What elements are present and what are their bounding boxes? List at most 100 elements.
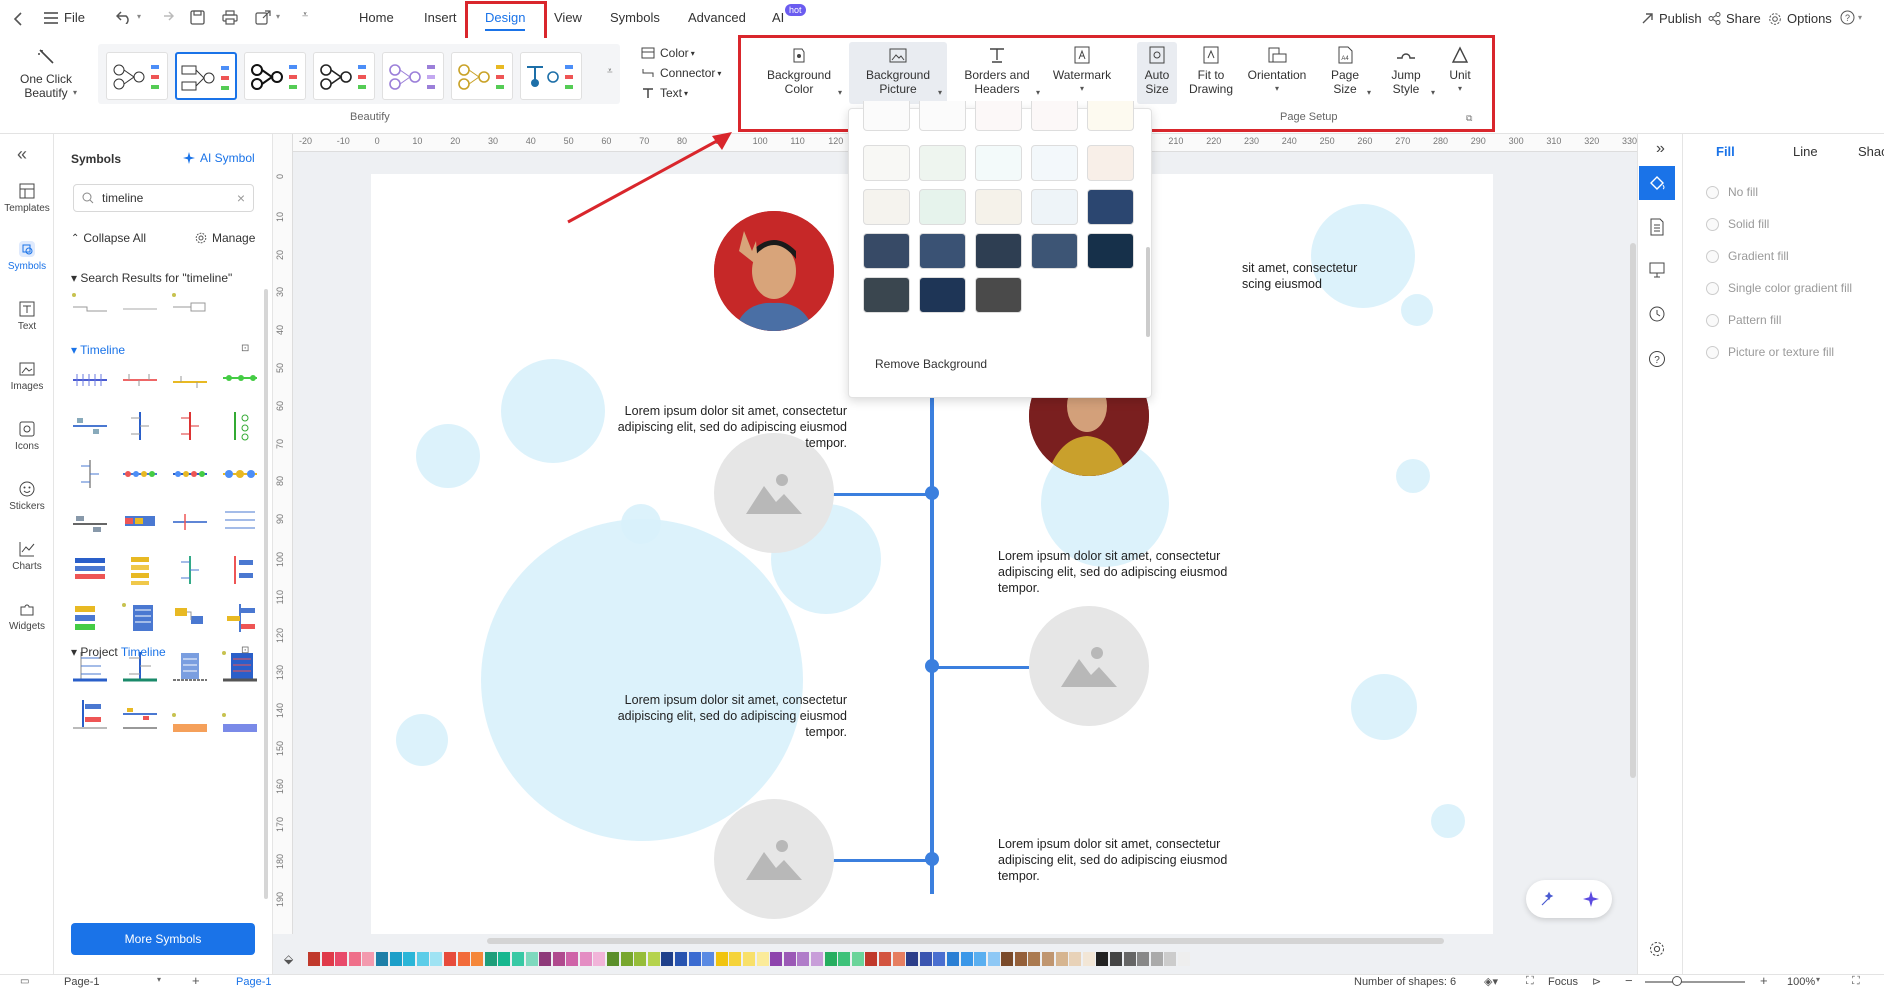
presentation-icon[interactable] bbox=[1648, 261, 1666, 279]
timeline-symbol-4[interactable] bbox=[221, 362, 259, 394]
palette-swatch[interactable] bbox=[579, 952, 592, 966]
sidebar-item-widgets[interactable]: Widgets bbox=[0, 600, 54, 632]
expand-panel-icon[interactable]: » bbox=[1656, 140, 1665, 158]
palette-swatch[interactable] bbox=[1096, 952, 1109, 966]
collapse-panel-icon[interactable]: « bbox=[17, 144, 27, 165]
background-picture-swatch[interactable] bbox=[863, 145, 910, 181]
background-picture-swatch[interactable] bbox=[863, 233, 910, 269]
palette-swatch[interactable] bbox=[1110, 952, 1123, 966]
palette-swatch[interactable] bbox=[661, 952, 674, 966]
fill-option-single-gradient[interactable]: Single color gradient fill bbox=[1706, 281, 1852, 295]
symbols-scrollbar[interactable] bbox=[264, 289, 268, 899]
background-picture-swatch[interactable] bbox=[919, 277, 966, 313]
palette-swatch[interactable] bbox=[743, 952, 755, 966]
background-picture-swatch[interactable] bbox=[1031, 101, 1078, 131]
tab-view[interactable]: View bbox=[554, 10, 582, 25]
history-icon[interactable] bbox=[1648, 305, 1666, 323]
palette-swatch[interactable] bbox=[756, 952, 769, 966]
spock-photo-1[interactable] bbox=[714, 211, 834, 331]
zoom-level[interactable]: 100% bbox=[1787, 976, 1815, 988]
background-picture-swatch[interactable] bbox=[1031, 189, 1078, 225]
fullscreen-icon[interactable]: ⛶ bbox=[1852, 975, 1860, 988]
palette-swatch[interactable] bbox=[403, 952, 416, 966]
background-picture-swatch[interactable] bbox=[863, 101, 910, 131]
more-icon[interactable]: ⩡ bbox=[302, 9, 308, 22]
palette-swatch[interactable] bbox=[865, 952, 878, 966]
sidebar-item-images[interactable]: Images bbox=[0, 360, 54, 392]
palette-swatch[interactable] bbox=[416, 952, 429, 966]
help-circle-icon[interactable]: ? bbox=[1648, 350, 1666, 368]
timeline-symbol-24[interactable] bbox=[221, 602, 259, 634]
timeline-symbol-10[interactable] bbox=[121, 458, 159, 490]
project-symbol-8[interactable] bbox=[221, 712, 259, 744]
palette-swatch[interactable] bbox=[471, 952, 484, 966]
fill-tool-active[interactable] bbox=[1639, 166, 1675, 200]
background-picture-swatch[interactable] bbox=[975, 233, 1022, 269]
page-select-dropdown-icon[interactable]: ▾ bbox=[157, 975, 161, 984]
result-symbol-2[interactable] bbox=[121, 291, 159, 323]
text-style-button[interactable]: Text ▾ bbox=[641, 86, 688, 100]
palette-swatch[interactable] bbox=[375, 952, 388, 966]
project-timeline-header[interactable]: ▾ Project Timeline bbox=[71, 645, 166, 659]
ai-symbol-button[interactable]: AI Symbol bbox=[182, 151, 255, 165]
timeline-symbol-9[interactable] bbox=[71, 458, 109, 490]
file-menu[interactable]: File bbox=[44, 10, 85, 25]
timeline-symbol-5[interactable] bbox=[71, 410, 109, 442]
gallery-expand-icon[interactable]: ⩡ bbox=[607, 66, 613, 77]
manage-button[interactable]: Manage bbox=[195, 231, 255, 245]
symbol-search-box[interactable]: timeline × bbox=[73, 184, 254, 212]
palette-swatch[interactable] bbox=[960, 952, 973, 966]
palette-swatch[interactable] bbox=[321, 952, 334, 966]
palette-swatch[interactable] bbox=[1014, 952, 1027, 966]
timeline-symbol-19[interactable] bbox=[171, 554, 209, 586]
palette-swatch[interactable] bbox=[1042, 952, 1055, 966]
page-select[interactable]: Page-1 bbox=[64, 976, 99, 988]
palette-swatch[interactable] bbox=[348, 952, 361, 966]
palette-swatch[interactable] bbox=[335, 952, 348, 966]
beautify-style-6[interactable] bbox=[451, 52, 513, 100]
search-results-header[interactable]: ▾ Search Results for "timeline" bbox=[71, 271, 232, 285]
layers-icon[interactable]: ◈▾ bbox=[1484, 975, 1498, 988]
vertical-scrollbar[interactable] bbox=[1630, 243, 1636, 778]
palette-swatch[interactable] bbox=[838, 952, 851, 966]
dropdown-scrollbar[interactable] bbox=[1146, 247, 1150, 337]
timeline-symbol-15[interactable] bbox=[171, 506, 209, 538]
background-picture-swatch[interactable] bbox=[1087, 233, 1134, 269]
back-icon[interactable] bbox=[8, 9, 28, 29]
palette-swatch[interactable] bbox=[1069, 952, 1082, 966]
palette-swatch[interactable] bbox=[511, 952, 524, 966]
timeline-symbol-12[interactable] bbox=[221, 458, 259, 490]
sidebar-item-symbols[interactable]: Symbols bbox=[0, 240, 54, 272]
result-symbol-1[interactable] bbox=[71, 291, 109, 323]
event-text-5[interactable]: Lorem ipsum dolor sit amet, consectetur … bbox=[998, 836, 1238, 884]
timeline-symbol-1[interactable] bbox=[71, 362, 109, 394]
palette-swatch[interactable] bbox=[974, 952, 987, 966]
palette-swatch[interactable] bbox=[1137, 952, 1150, 966]
background-picture-swatch[interactable] bbox=[919, 145, 966, 181]
beautify-style-2[interactable] bbox=[175, 52, 237, 100]
background-picture-swatch[interactable] bbox=[1087, 101, 1134, 131]
timeline-symbol-23[interactable] bbox=[171, 602, 209, 634]
project-symbol-7[interactable] bbox=[171, 712, 209, 744]
palette-swatch[interactable] bbox=[878, 952, 891, 966]
zoom-slider-thumb[interactable] bbox=[1672, 976, 1682, 986]
background-picture-swatch[interactable] bbox=[1087, 145, 1134, 181]
beautify-style-7[interactable] bbox=[520, 52, 582, 100]
project-symbol-6[interactable] bbox=[121, 712, 159, 744]
background-picture-swatch[interactable] bbox=[1031, 145, 1078, 181]
result-symbol-3[interactable] bbox=[171, 291, 209, 323]
settings-gear-icon[interactable] bbox=[1648, 940, 1666, 958]
color-button[interactable]: Color ▾ bbox=[641, 46, 695, 60]
timeline-symbol-11[interactable] bbox=[171, 458, 209, 490]
background-picture-swatch[interactable] bbox=[863, 277, 910, 313]
timeline-symbol-2[interactable] bbox=[121, 362, 159, 394]
focus-label[interactable]: Focus bbox=[1548, 976, 1578, 988]
print-icon[interactable] bbox=[222, 10, 238, 28]
background-picture-swatch[interactable] bbox=[919, 101, 966, 131]
background-picture-swatch[interactable] bbox=[975, 145, 1022, 181]
connector-button[interactable]: Connector ▾ bbox=[641, 66, 721, 80]
palette-swatch[interactable] bbox=[362, 952, 375, 966]
beautify-style-1[interactable] bbox=[106, 52, 168, 100]
zoom-slider[interactable] bbox=[1645, 981, 1745, 983]
palette-swatch[interactable] bbox=[906, 952, 919, 966]
